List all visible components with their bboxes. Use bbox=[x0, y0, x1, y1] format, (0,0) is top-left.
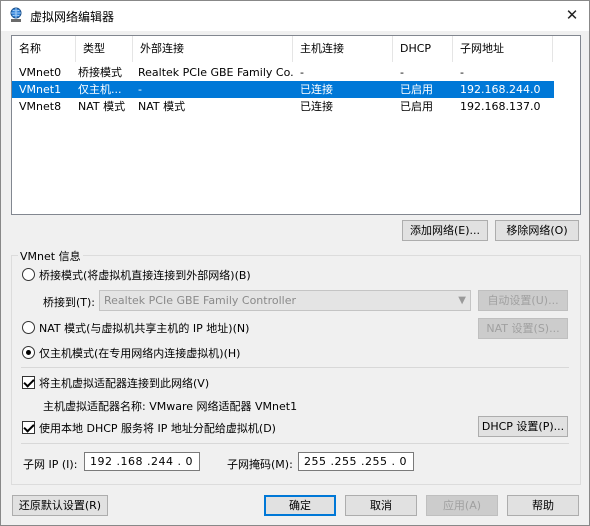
subnet-mask-label: 子网掩码(M): bbox=[227, 458, 293, 471]
window-title: 虚拟网络编辑器 bbox=[30, 10, 115, 24]
table-row-selected[interactable]: VMnet1 仅主机... - 已连接 已启用 192.168.244.0 bbox=[12, 81, 554, 98]
apply-button[interactable]: 应用(A) bbox=[426, 495, 498, 516]
host-only-mode-label[interactable]: 仅主机模式(在专用网络内连接虚拟机)(H) bbox=[39, 345, 240, 361]
nat-mode-radio[interactable] bbox=[22, 321, 35, 334]
cell-name: VMnet1 bbox=[19, 83, 62, 96]
adapter-name-label: 主机虚拟适配器名称: VMware 网络适配器 VMnet1 bbox=[43, 400, 298, 413]
nat-mode-label[interactable]: NAT 模式(与虚拟机共享主机的 IP 地址)(N) bbox=[39, 320, 249, 336]
table-row[interactable]: VMnet8 NAT 模式 NAT 模式 已连接 已启用 192.168.137… bbox=[12, 98, 580, 115]
column-header-dhcp[interactable]: DHCP bbox=[393, 36, 453, 62]
cell-subnet: - bbox=[460, 66, 464, 79]
host-only-mode-radio[interactable] bbox=[22, 346, 35, 359]
nat-settings-button[interactable]: NAT 设置(S)... bbox=[478, 318, 568, 339]
column-header-subnet[interactable]: 子网地址 bbox=[453, 36, 553, 62]
column-header-external[interactable]: 外部连接 bbox=[133, 36, 293, 62]
cell-dhcp: - bbox=[400, 66, 404, 79]
use-dhcp-checkbox[interactable] bbox=[22, 421, 35, 434]
network-list[interactable]: 名称 类型 外部连接 主机连接 DHCP 子网地址 VMnet0 桥接模式 Re… bbox=[11, 35, 581, 215]
auto-settings-button[interactable]: 自动设置(U)... bbox=[478, 290, 568, 311]
cell-type: NAT 模式 bbox=[78, 100, 126, 113]
bridge-to-value: Realtek PCIe GBE Family Controller bbox=[104, 294, 297, 307]
divider bbox=[21, 367, 569, 368]
close-button[interactable]: ✕ bbox=[555, 1, 589, 31]
bridge-to-select[interactable]: Realtek PCIe GBE Family Controller ▼ bbox=[99, 290, 471, 311]
cell-external: NAT 模式 bbox=[138, 100, 186, 113]
cancel-button[interactable]: 取消 bbox=[345, 495, 417, 516]
cell-host: 已连接 bbox=[300, 100, 333, 113]
add-network-button[interactable]: 添加网络(E)... bbox=[402, 220, 488, 241]
column-header-name[interactable]: 名称 bbox=[12, 36, 76, 62]
subnet-mask-input[interactable]: 255 .255 .255 . 0 bbox=[298, 452, 414, 471]
vmnet-info-label: VMnet 信息 bbox=[18, 248, 83, 264]
table-row[interactable]: VMnet0 桥接模式 Realtek PCIe GBE Family Co..… bbox=[12, 64, 580, 81]
bridge-mode-label[interactable]: 桥接模式(将虚拟机直接连接到外部网络)(B) bbox=[39, 267, 251, 283]
cell-type: 桥接模式 bbox=[78, 66, 122, 79]
divider bbox=[21, 443, 569, 444]
subnet-ip-input[interactable]: 192 .168 .244 . 0 bbox=[84, 452, 200, 471]
restore-defaults-button[interactable]: 还原默认设置(R) bbox=[12, 495, 108, 516]
cell-host: 已连接 bbox=[300, 83, 333, 96]
column-header-host[interactable]: 主机连接 bbox=[293, 36, 393, 62]
subnet-ip-label: 子网 IP (I): bbox=[23, 458, 78, 471]
ok-button[interactable]: 确定 bbox=[264, 495, 336, 516]
list-header: 名称 类型 外部连接 主机连接 DHCP 子网地址 bbox=[12, 36, 580, 62]
chevron-down-icon: ▼ bbox=[458, 295, 466, 306]
cell-dhcp: 已启用 bbox=[400, 83, 433, 96]
help-button[interactable]: 帮助 bbox=[507, 495, 579, 516]
remove-network-button[interactable]: 移除网络(O) bbox=[495, 220, 579, 241]
use-dhcp-label[interactable]: 使用本地 DHCP 服务将 IP 地址分配给虚拟机(D) bbox=[39, 420, 276, 436]
virtual-network-editor-window: 虚拟网络编辑器 ✕ 名称 类型 外部连接 主机连接 DHCP 子网地址 VMne… bbox=[0, 0, 590, 526]
cell-name: VMnet0 bbox=[19, 66, 62, 79]
connect-adapter-label[interactable]: 将主机虚拟适配器连接到此网络(V) bbox=[39, 375, 209, 391]
bridge-to-label: 桥接到(T): bbox=[43, 296, 96, 309]
cell-external: - bbox=[138, 83, 142, 96]
cell-host: - bbox=[300, 66, 304, 79]
connect-adapter-checkbox[interactable] bbox=[22, 376, 35, 389]
network-globe-icon bbox=[10, 7, 22, 22]
column-header-type[interactable]: 类型 bbox=[76, 36, 133, 62]
cell-type: 仅主机... bbox=[78, 83, 122, 96]
cell-name: VMnet8 bbox=[19, 100, 62, 113]
cell-subnet: 192.168.244.0 bbox=[460, 83, 541, 96]
cell-external: Realtek PCIe GBE Family Co... bbox=[138, 66, 293, 79]
dhcp-settings-button[interactable]: DHCP 设置(P)... bbox=[478, 416, 568, 437]
cell-subnet: 192.168.137.0 bbox=[460, 100, 541, 113]
title-bar: 虚拟网络编辑器 ✕ bbox=[1, 1, 589, 31]
cell-dhcp: 已启用 bbox=[400, 100, 433, 113]
bridge-mode-radio[interactable] bbox=[22, 268, 35, 281]
